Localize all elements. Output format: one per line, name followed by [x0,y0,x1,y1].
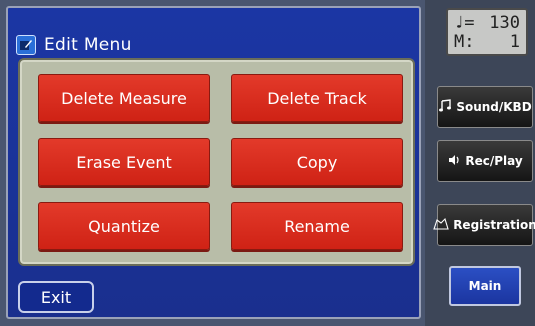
registration-label: Registration [453,218,535,232]
speaker-icon [447,153,461,170]
delete-measure-button[interactable]: Delete Measure [38,74,210,122]
measure-line: M: 1 [454,33,520,52]
registration-icon [433,217,449,234]
music-notes-icon [438,98,452,116]
measure-value: 1 [509,32,520,52]
copy-button[interactable]: Copy [231,138,403,186]
delete-track-button[interactable]: Delete Track [231,74,403,122]
rec-play-button[interactable]: Rec/Play [437,140,533,182]
main-button[interactable]: Main [449,266,521,306]
measure-label: M: [454,32,475,52]
sound-kbd-label: Sound/KBD [456,100,532,114]
erase-event-button[interactable]: Erase Event [38,138,210,186]
quantize-button[interactable]: Quantize [38,202,210,250]
rename-button[interactable]: Rename [231,202,403,250]
title-bar: Edit Menu [16,30,132,60]
tempo-note: ♩= [454,13,475,33]
registration-button[interactable]: Registration [433,204,535,246]
main-screen: Edit Menu Delete Measure Delete Track Er… [6,6,421,319]
edit-icon [16,35,36,55]
exit-button[interactable]: Exit [18,281,94,313]
page-title: Edit Menu [44,35,132,55]
edit-options-panel: Delete Measure Delete Track Erase Event … [18,58,415,266]
rec-play-label: Rec/Play [465,154,523,168]
tempo-value: 130 [489,13,520,33]
sound-kbd-button[interactable]: Sound/KBD [437,86,533,128]
tempo-display: ♩= 130 M: 1 [446,8,528,56]
tempo-line: ♩= 130 [454,14,520,33]
